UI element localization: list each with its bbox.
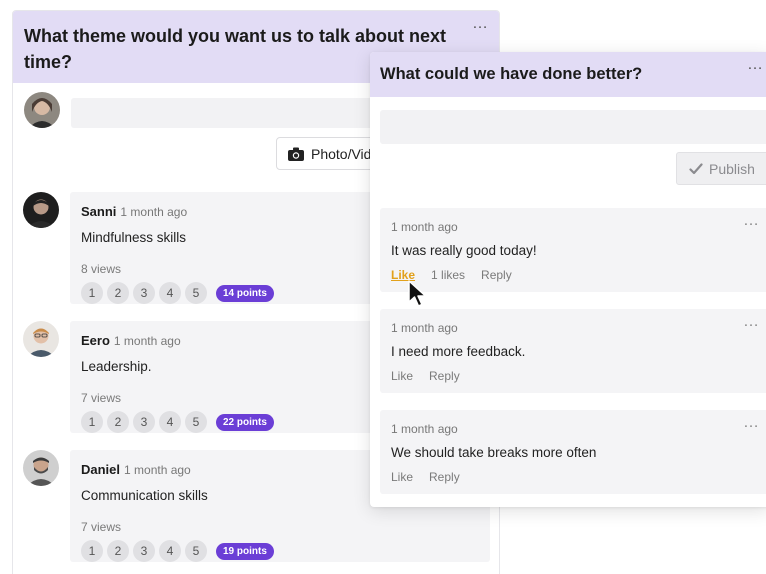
rating-1[interactable]: 1 <box>81 282 103 304</box>
rating-2[interactable]: 2 <box>107 282 129 304</box>
avatar <box>23 450 59 486</box>
rating-2[interactable]: 2 <box>107 411 129 433</box>
comment-time: 1 month ago <box>120 205 188 219</box>
camera-icon <box>288 147 304 161</box>
comment-actions: Like 1 likes Reply <box>391 268 766 282</box>
checkmark-icon <box>689 162 703 174</box>
rating-5[interactable]: 5 <box>185 540 207 562</box>
rating-2[interactable]: 2 <box>107 540 129 562</box>
comment-time: 1 month ago <box>391 220 458 234</box>
reply-button[interactable]: Reply <box>481 268 512 282</box>
comment-time: 1 month ago <box>391 422 458 436</box>
feedback-item: … 1 month ago It was really good today! … <box>380 208 766 292</box>
feedback-input[interactable] <box>380 110 766 144</box>
feedback-question-title: What could we have done better? <box>380 65 643 83</box>
feedback-question-header: What could we have done better? … <box>370 52 766 97</box>
feedback-item: … 1 month ago I need more feedback. Like… <box>380 309 766 393</box>
rating-5[interactable]: 5 <box>185 411 207 433</box>
rating-3[interactable]: 3 <box>133 411 155 433</box>
mouse-cursor-icon <box>407 280 429 313</box>
rating-3[interactable]: 3 <box>133 282 155 304</box>
like-button[interactable]: Like <box>391 470 413 484</box>
reply-button[interactable]: Reply <box>429 369 460 383</box>
more-options-icon[interactable]: … <box>472 16 489 32</box>
points-badge: 19 points <box>216 542 274 560</box>
rating-4[interactable]: 4 <box>159 282 181 304</box>
photo-video-label: Photo/Vid <box>311 145 372 162</box>
rating-4[interactable]: 4 <box>159 411 181 433</box>
comment-text: I need more feedback. <box>391 344 526 359</box>
comment-text: We should take breaks more often <box>391 445 597 460</box>
comment-author[interactable]: Daniel <box>81 462 120 477</box>
feedback-question-card: What could we have done better? … Publis… <box>370 52 766 507</box>
more-options-icon[interactable]: … <box>743 314 760 330</box>
comment-actions: Like Reply <box>391 369 766 383</box>
comment-author[interactable]: Sanni <box>81 204 116 219</box>
like-button[interactable]: Like <box>391 369 413 383</box>
publish-button[interactable]: Publish <box>676 152 766 185</box>
rating-4[interactable]: 4 <box>159 540 181 562</box>
rating-1[interactable]: 1 <box>81 540 103 562</box>
reply-button[interactable]: Reply <box>429 470 460 484</box>
comment-text: It was really good today! <box>391 243 537 258</box>
comment-time: 1 month ago <box>124 463 191 477</box>
comment-time: 1 month ago <box>113 334 181 348</box>
feedback-item: … 1 month ago We should take breaks more… <box>380 410 766 494</box>
publish-label: Publish <box>709 160 755 177</box>
comment-time: 1 month ago <box>391 321 458 335</box>
more-options-icon[interactable]: … <box>743 415 760 431</box>
likes-count: 1 likes <box>431 268 466 282</box>
avatar <box>23 192 59 228</box>
rating-1[interactable]: 1 <box>81 411 103 433</box>
points-badge: 14 points <box>216 284 274 302</box>
avatar <box>23 321 59 357</box>
comment-views: 7 views <box>81 520 122 534</box>
rating-5[interactable]: 5 <box>185 282 207 304</box>
current-user-avatar <box>24 92 60 128</box>
points-badge: 22 points <box>216 413 274 431</box>
comment-author[interactable]: Eero <box>81 333 110 348</box>
more-options-icon[interactable]: … <box>743 213 760 229</box>
rating-3[interactable]: 3 <box>133 540 155 562</box>
rating-row: 1 2 3 4 5 19 points <box>81 540 490 562</box>
more-options-icon[interactable]: … <box>747 57 764 73</box>
comment-actions: Like Reply <box>391 470 766 484</box>
